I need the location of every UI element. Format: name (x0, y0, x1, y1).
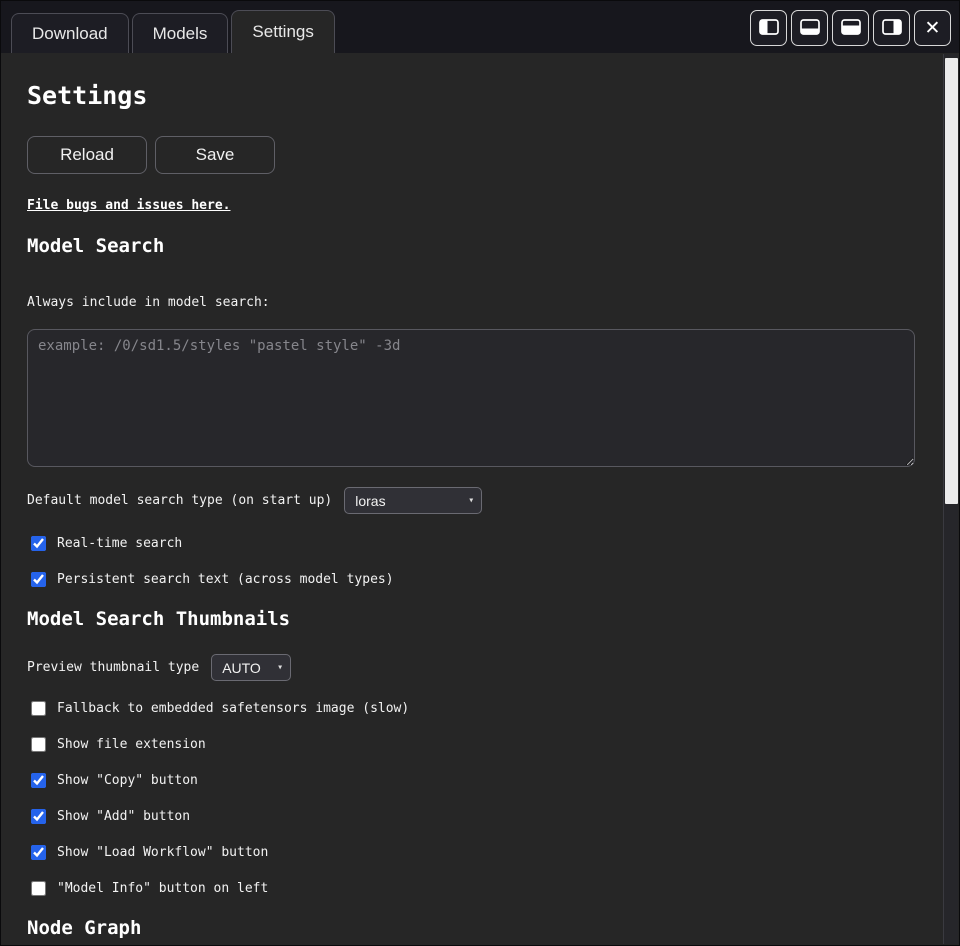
checkbox-row-realtime-search[interactable]: Real-time search (27, 536, 182, 551)
model-info-left-checkbox[interactable] (31, 881, 46, 896)
dock-bottom-large-panel-button[interactable] (832, 10, 869, 46)
checkbox-row-safetensors-fallback[interactable]: Fallback to embedded safetensors image (… (27, 701, 409, 716)
checkbox-label: Show file extension (57, 737, 206, 752)
file-bugs-link[interactable]: File bugs and issues here. (27, 198, 231, 213)
show-copy-button-checkbox[interactable] (31, 773, 46, 788)
default-search-type-label: Default model search type (on start up) (27, 493, 332, 508)
tab-bar: Download Models Settings (1, 1, 959, 53)
checkbox-label: Persistent search text (across model typ… (57, 572, 394, 587)
checkbox-row-show-copy-button[interactable]: Show "Copy" button (27, 773, 198, 788)
preview-thumbnail-select-wrap: AUTO ▾ (211, 654, 291, 681)
dock-bottom-panel-button[interactable] (791, 10, 828, 46)
node-graph-heading: Node Graph (27, 917, 943, 939)
default-search-type-row: Default model search type (on start up) … (27, 487, 943, 514)
window-toolbar: ✕ (750, 10, 951, 46)
tab-settings[interactable]: Settings (231, 10, 334, 53)
checkbox-label: "Model Info" button on left (57, 881, 268, 896)
default-search-type-select[interactable]: loras (344, 487, 482, 514)
checkbox-row-model-info-left[interactable]: "Model Info" button on left (27, 881, 268, 896)
model-manager-window: Download Models Settings (0, 0, 960, 946)
checkbox-label: Show "Copy" button (57, 773, 198, 788)
default-search-type-select-wrap: loras ▾ (344, 487, 482, 514)
dock-bottom-panel-icon (800, 19, 820, 38)
dock-left-panel-icon (759, 19, 779, 38)
show-load-workflow-checkbox[interactable] (31, 845, 46, 860)
show-add-button-checkbox[interactable] (31, 809, 46, 824)
checkbox-row-show-add-button[interactable]: Show "Add" button (27, 809, 190, 824)
dock-bottom-large-panel-icon (841, 19, 861, 38)
close-button[interactable]: ✕ (914, 10, 951, 46)
page-title: Settings (27, 81, 943, 110)
checkbox-row-persistent-search[interactable]: Persistent search text (across model typ… (27, 572, 394, 587)
checkbox-label: Real-time search (57, 536, 182, 551)
model-search-heading: Model Search (27, 235, 943, 257)
checkbox-row-show-load-workflow-button[interactable]: Show "Load Workflow" button (27, 845, 268, 860)
preview-thumbnail-type-row: Preview thumbnail type AUTO ▾ (27, 654, 943, 681)
checkbox-label: Show "Load Workflow" button (57, 845, 268, 860)
checkbox-label: Fallback to embedded safetensors image (… (57, 701, 409, 716)
settings-panel: Settings Reload Save File bugs and issue… (1, 53, 943, 945)
tab-download[interactable]: Download (11, 13, 129, 53)
tab-models[interactable]: Models (132, 13, 229, 53)
vertical-scrollbar-thumb[interactable] (945, 58, 958, 504)
thumbnails-heading: Model Search Thumbnails (27, 608, 943, 630)
preview-thumbnail-type-label: Preview thumbnail type (27, 660, 199, 675)
checkbox-label: Show "Add" button (57, 809, 190, 824)
dock-left-panel-button[interactable] (750, 10, 787, 46)
save-button[interactable]: Save (155, 136, 275, 174)
tab-list: Download Models Settings (11, 10, 335, 53)
realtime-search-checkbox[interactable] (31, 536, 46, 551)
preview-thumbnail-type-select[interactable]: AUTO (211, 654, 291, 681)
settings-actions: Reload Save (27, 136, 943, 174)
dock-right-panel-icon (882, 19, 902, 38)
show-file-extension-checkbox[interactable] (31, 737, 46, 752)
reload-button[interactable]: Reload (27, 136, 147, 174)
close-icon: ✕ (925, 19, 941, 38)
persistent-search-checkbox[interactable] (31, 572, 46, 587)
always-include-textarea[interactable] (27, 329, 915, 467)
checkbox-row-show-file-extension[interactable]: Show file extension (27, 737, 206, 752)
safetensors-fallback-checkbox[interactable] (31, 701, 46, 716)
vertical-scrollbar-track[interactable] (943, 54, 958, 944)
dock-right-panel-button[interactable] (873, 10, 910, 46)
always-include-label: Always include in model search: (27, 295, 943, 310)
